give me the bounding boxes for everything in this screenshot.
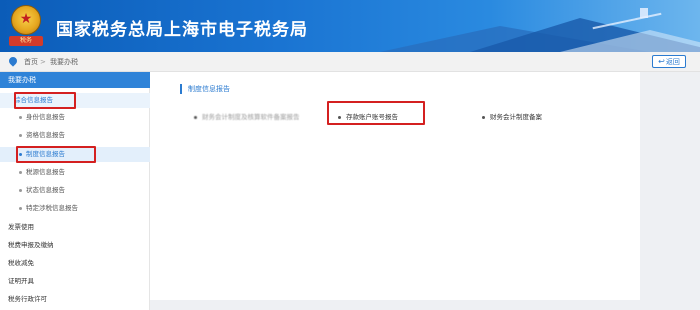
highlight-box xyxy=(16,146,96,163)
breadcrumb-home-link[interactable]: 首页 xyxy=(24,56,38,68)
star-icon: ★ xyxy=(19,11,33,27)
sidebar-item-tax-filing[interactable]: 税费申报及缴纳 xyxy=(0,238,150,253)
sidebar-item-tax-relief[interactable]: 税收减免 xyxy=(0,256,150,271)
link-accounting-system-filing[interactable]: 财务会计制度备案 xyxy=(482,112,542,122)
page-margin xyxy=(150,300,640,310)
location-pin-icon xyxy=(7,55,19,67)
sidebar-item-identity-report[interactable]: 身份信息报告 xyxy=(0,110,150,125)
sidebar-item-qualification-report[interactable]: 资格信息报告 xyxy=(0,128,150,143)
sidebar-item-specific-tax-report[interactable]: 特定涉税信息报告 xyxy=(0,201,150,216)
sidebar-item-certificates[interactable]: 证明开具 xyxy=(0,274,150,289)
sidebar-item-administrative-permits[interactable]: 税务行政许可 xyxy=(0,292,150,307)
sidebar-item-status-report[interactable]: 状态信息报告 xyxy=(0,183,150,198)
breadcrumb-current: 我要办税 xyxy=(50,58,78,66)
breadcrumb: 首页 > 我要办税 ↩返回 xyxy=(0,52,700,72)
section-title: 制度信息报告 xyxy=(180,84,230,94)
emblem-text: 税务 xyxy=(19,37,32,44)
back-button[interactable]: ↩返回 xyxy=(652,55,686,68)
banner-mountain xyxy=(560,30,700,52)
sidebar-item-invoice-use[interactable]: 发票使用 xyxy=(0,220,150,235)
highlight-box xyxy=(14,92,76,109)
bullet-icon xyxy=(19,116,22,119)
great-wall-tower xyxy=(640,8,648,18)
breadcrumb-separator: > xyxy=(40,58,46,66)
highlight-box xyxy=(327,101,425,125)
sidebar: 我要办税 综合信息报告 身份信息报告 资格信息报告 制度信息报告 税源信息报告 … xyxy=(0,72,150,310)
site-header-banner: ★ 税务 国家税务总局上海市电子税务局 xyxy=(0,0,700,52)
link-label: 财务会计制度备案 xyxy=(490,113,542,121)
sidebar-heading[interactable]: 我要办税 xyxy=(0,72,150,88)
sidebar-item-label: 资格信息报告 xyxy=(26,131,65,139)
link-accounting-software-report[interactable]: 财务会计制度及核算软件备案报告 xyxy=(194,112,300,122)
back-button-label: 返回 xyxy=(665,58,680,66)
bullet-icon xyxy=(19,171,22,174)
tax-emblem-logo: ★ 税务 xyxy=(9,5,43,47)
sidebar-item-tax-source-report[interactable]: 税源信息报告 xyxy=(0,165,150,180)
bullet-icon xyxy=(19,134,22,137)
sidebar-item-label: 税源信息报告 xyxy=(26,168,65,176)
link-label: 财务会计制度及核算软件备案报告 xyxy=(202,113,300,121)
sidebar-item-label: 特定涉税信息报告 xyxy=(26,204,78,212)
sidebar-item-label: 身份信息报告 xyxy=(26,113,65,121)
bullet-icon xyxy=(482,116,485,119)
main-content: 制度信息报告 财务会计制度及核算软件备案报告 存款账户账号报告 财务会计制度备案 xyxy=(160,72,640,310)
bullet-icon xyxy=(19,207,22,210)
bullet-icon xyxy=(194,116,197,119)
bullet-icon xyxy=(19,189,22,192)
page-margin xyxy=(640,72,700,310)
return-arrow-icon: ↩ xyxy=(658,57,665,66)
site-title: 国家税务总局上海市电子税务局 xyxy=(56,20,308,40)
sidebar-item-label: 状态信息报告 xyxy=(26,186,65,194)
